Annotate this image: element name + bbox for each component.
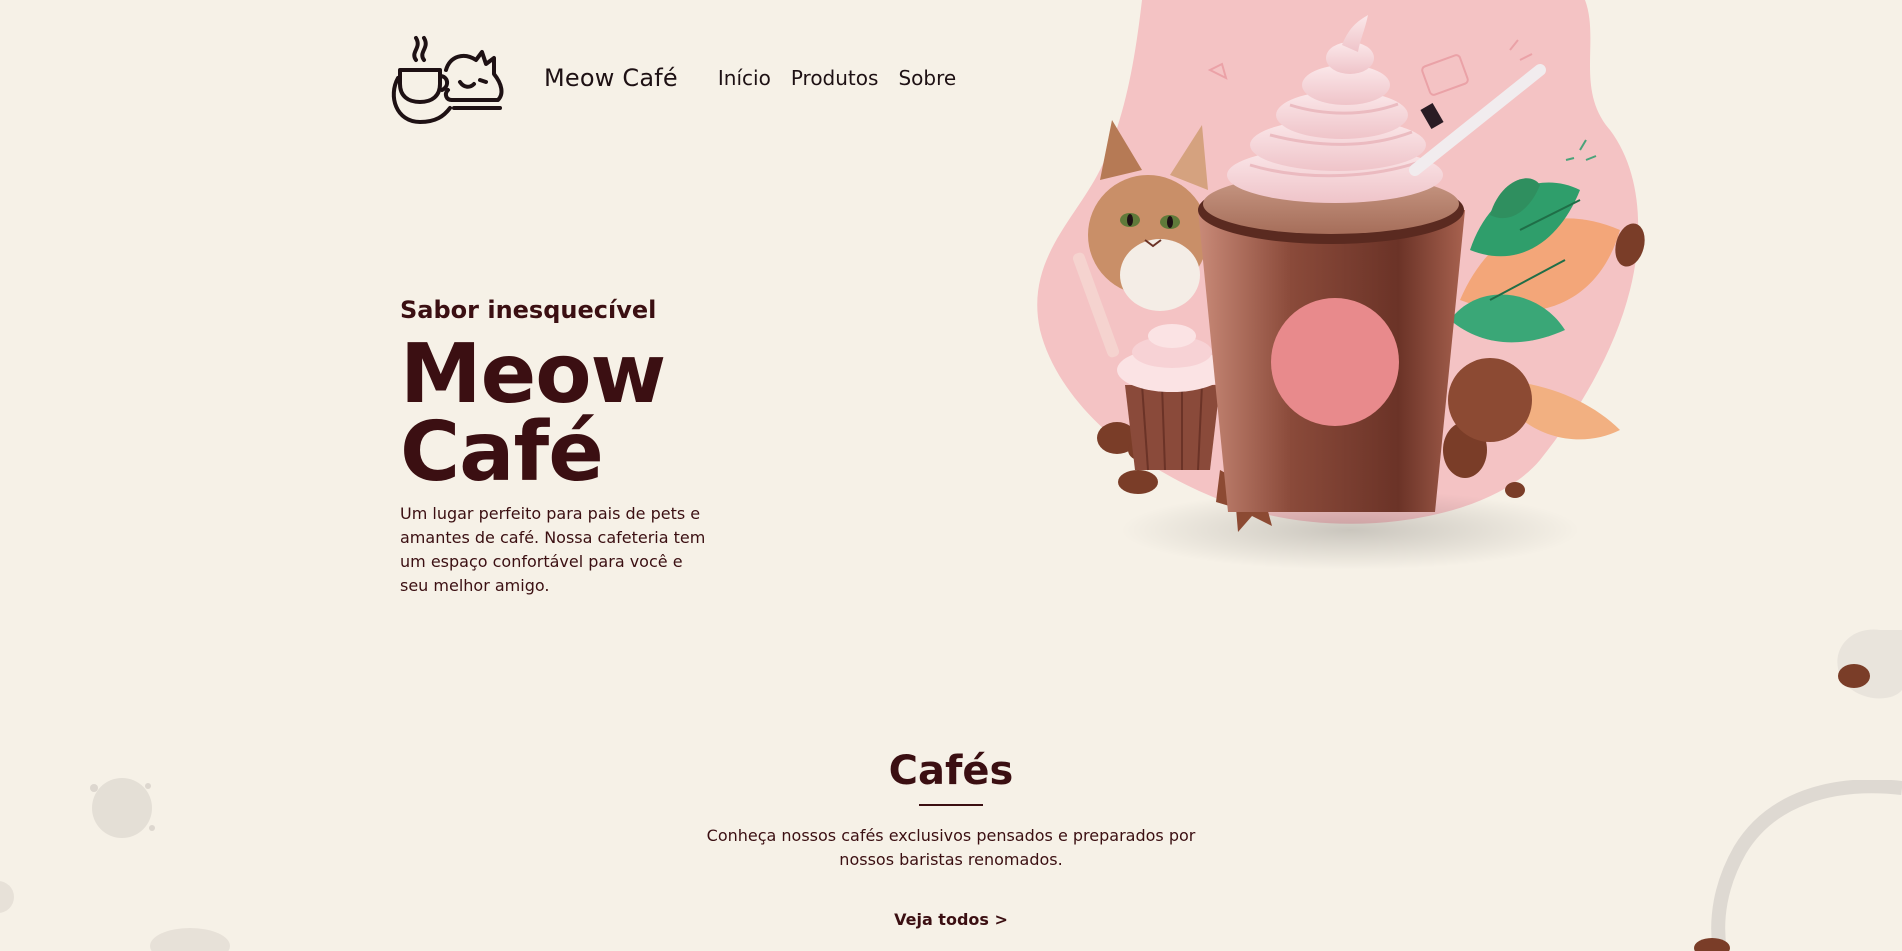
hero-title-line-1: Meow: [400, 327, 666, 422]
see-all-link[interactable]: Veja todos >: [894, 910, 1008, 929]
main-nav: Início Produtos Sobre: [718, 66, 956, 90]
hero-title-line-2: Café: [400, 405, 604, 500]
hero-eyebrow: Sabor inesquecível: [400, 296, 657, 324]
cat-coffee-cup-logo-icon[interactable]: [390, 30, 508, 126]
brand-name[interactable]: Meow Café: [544, 64, 678, 92]
section-title: Cafés: [888, 748, 1014, 794]
nav-produtos[interactable]: Produtos: [791, 66, 879, 90]
hero-description: Um lugar perfeito para pais de pets e am…: [400, 504, 706, 595]
cafes-section: Cafés Conheça nossos cafés exclusivos pe…: [0, 748, 1902, 929]
coffee-stain-decoration-icon: [1837, 629, 1902, 699]
site-header: Meow Café Início Produtos Sobre: [390, 28, 956, 128]
nav-sobre[interactable]: Sobre: [898, 66, 956, 90]
hero-title: Meow Café: [400, 327, 720, 500]
title-underline: [919, 804, 983, 806]
frappe-cat-illustration-icon: [1037, 0, 1645, 570]
nav-inicio[interactable]: Início: [718, 66, 771, 90]
hero-text: Sabor inesquecível Meow Café Um lugar pe…: [400, 296, 720, 598]
page: Meow Café Início Produtos Sobre Sabor in…: [0, 0, 1902, 951]
section-description: Conheça nossos cafés exclusivos pensados…: [706, 826, 1196, 869]
